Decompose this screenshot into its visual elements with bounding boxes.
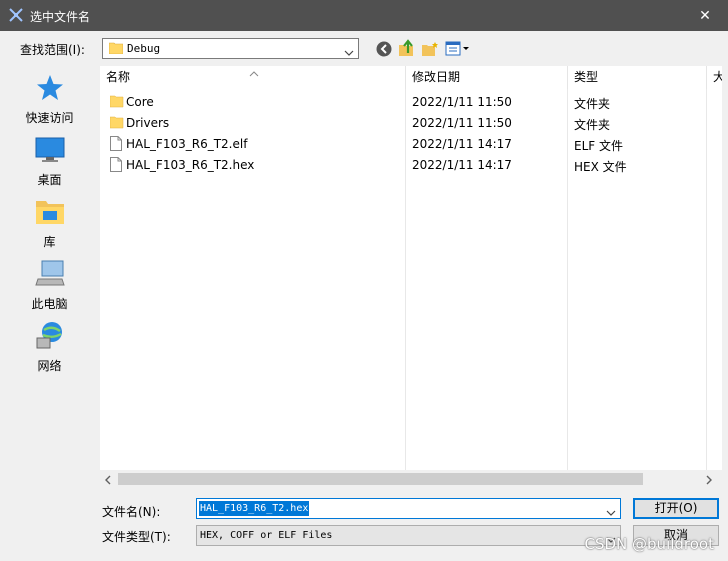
place-label: 网络 — [37, 359, 62, 373]
horizontal-scrollbar[interactable] — [100, 470, 722, 488]
file-type: HEX 文件 — [574, 160, 627, 174]
places-bar: 快速访问 桌面 库 此电脑 网络 — [2, 68, 97, 468]
folder-icon — [109, 94, 124, 111]
file-row[interactable]: HAL_F103_R6_T2.elf 2022/1/11 14:17 ELF 文… — [100, 133, 722, 154]
file-type: 文件夹 — [574, 97, 611, 111]
file-row[interactable]: Drivers 2022/1/11 11:50 文件夹 — [100, 112, 722, 133]
back-icon[interactable] — [376, 41, 392, 60]
column-header-size[interactable]: 大 — [707, 66, 722, 89]
place-this-pc[interactable]: 此电脑 — [2, 259, 97, 319]
close-button[interactable]: ✕ — [682, 0, 728, 31]
file-type-label: 文件类型(T): — [102, 530, 171, 544]
file-icon — [110, 157, 122, 175]
column-header-type[interactable]: 类型 — [568, 66, 707, 89]
library-icon — [35, 197, 65, 230]
place-label: 此电脑 — [31, 297, 68, 311]
computer-icon — [35, 259, 65, 292]
star-icon — [35, 73, 65, 106]
chevron-down-icon[interactable] — [606, 505, 616, 519]
view-menu-icon[interactable] — [445, 41, 471, 60]
sort-ascending-icon — [249, 66, 259, 80]
file-date: 2022/1/11 11:50 — [412, 95, 512, 109]
place-desktop[interactable]: 桌面 — [2, 135, 97, 195]
file-list[interactable]: 名称 修改日期 类型 大 Core 2022/1/11 11:50 文件夹 Dr… — [100, 66, 722, 470]
folder-icon — [109, 115, 124, 132]
look-in-label: 查找范围(I): — [20, 43, 85, 57]
file-date: 2022/1/11 14:17 — [412, 158, 512, 172]
file-type-value: HEX, COFF or ELF Files — [200, 530, 333, 541]
file-row[interactable]: Core 2022/1/11 11:50 文件夹 — [100, 91, 722, 112]
place-label: 桌面 — [37, 173, 62, 187]
file-type: 文件夹 — [574, 118, 611, 132]
watermark-text: CSDN @buildroot — [584, 535, 715, 553]
scroll-right-icon[interactable] — [706, 474, 712, 488]
file-date: 2022/1/11 11:50 — [412, 116, 512, 130]
column-header-date[interactable]: 修改日期 — [406, 66, 568, 89]
open-button[interactable]: 打开(O) — [633, 498, 719, 519]
place-label: 快速访问 — [25, 111, 74, 125]
file-name-value: HAL_F103_R6_T2.hex — [199, 501, 310, 516]
file-type-select[interactable]: HEX, COFF or ELF Files — [196, 525, 621, 546]
place-quick-access[interactable]: 快速访问 — [2, 73, 97, 133]
folder-icon — [108, 42, 124, 57]
place-library[interactable]: 库 — [2, 197, 97, 257]
file-type: ELF 文件 — [574, 139, 623, 153]
file-name-input[interactable]: HAL_F103_R6_T2.hex — [196, 498, 621, 519]
app-icon — [8, 7, 24, 26]
place-label: 库 — [43, 235, 56, 249]
desktop-icon — [35, 135, 65, 168]
file-date: 2022/1/11 14:17 — [412, 137, 512, 151]
network-icon — [35, 321, 65, 354]
look-in-value: Debug — [127, 42, 161, 55]
file-icon — [110, 136, 122, 154]
window-title: 选中文件名 — [30, 10, 91, 24]
new-folder-icon[interactable] — [421, 41, 439, 60]
file-name: HAL_F103_R6_T2.hex — [126, 158, 255, 172]
up-folder-icon[interactable] — [398, 39, 416, 60]
chevron-down-icon — [344, 45, 354, 59]
title-bar: 选中文件名 ✕ — [0, 0, 728, 31]
place-network[interactable]: 网络 — [2, 321, 97, 381]
close-icon: ✕ — [699, 7, 711, 24]
file-name-label: 文件名(N): — [102, 505, 161, 519]
file-row[interactable]: HAL_F103_R6_T2.hex 2022/1/11 14:17 HEX 文… — [100, 154, 722, 175]
file-name: HAL_F103_R6_T2.elf — [126, 137, 248, 151]
file-name: Core — [126, 95, 154, 109]
look-in-combo[interactable]: Debug — [102, 38, 359, 59]
scrollbar-thumb[interactable] — [118, 473, 643, 485]
scroll-left-icon[interactable] — [105, 474, 111, 488]
file-name: Drivers — [126, 116, 170, 130]
